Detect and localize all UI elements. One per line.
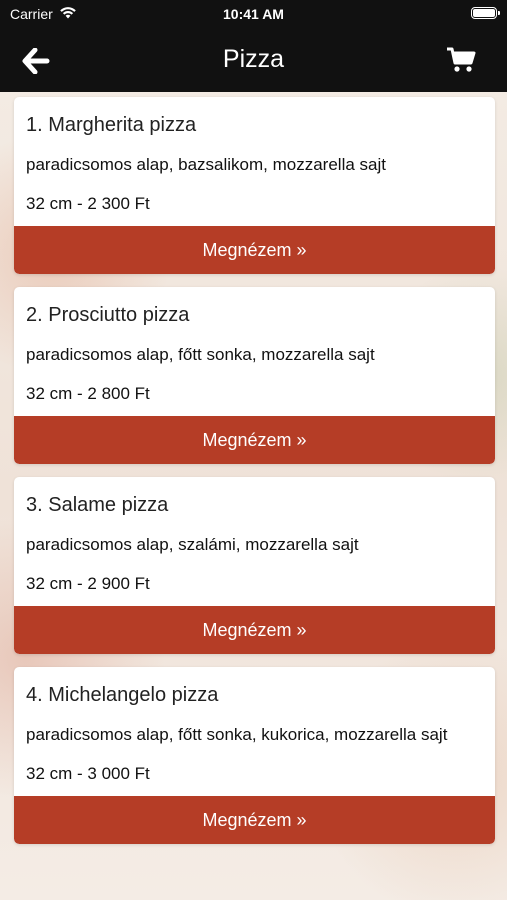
shopping-cart-icon[interactable] [445,46,477,74]
product-card: 3. Salame pizza paradicsomos alap, szalá… [14,477,495,654]
view-button[interactable]: Megnézem » [14,416,495,464]
product-description: paradicsomos alap, szalámi, mozzarella s… [26,535,359,554]
product-price: 32 cm - 2 900 Ft [26,574,150,593]
page-title: Pizza [222,45,285,73]
product-price: 32 cm - 2 300 Ft [26,194,150,213]
navigation-bar: Pizza [0,30,507,92]
product-name: 4. Michelangelo pizza [26,684,219,706]
header: Carrier 10:41 AM Pizza [0,0,507,92]
battery-icon [471,7,500,19]
product-price: 32 cm - 2 800 Ft [26,384,150,403]
view-button[interactable]: Megnézem » [14,606,495,654]
view-button[interactable]: Megnézem » [14,226,495,274]
product-card: 2. Prosciutto pizza paradicsomos alap, f… [14,287,495,464]
product-card: 4. Michelangelo pizza paradicsomos alap,… [14,667,495,844]
product-description: paradicsomos alap, bazsalikom, mozzarell… [26,155,386,174]
product-price: 32 cm - 3 000 Ft [26,764,150,783]
view-button[interactable]: Megnézem » [14,796,495,844]
product-description: paradicsomos alap, főtt sonka, kukorica,… [26,725,448,744]
product-name: 2. Prosciutto pizza [26,304,190,326]
product-name: 3. Salame pizza [26,494,169,516]
product-list: 1. Margherita pizza paradicsomos alap, b… [14,97,495,857]
status-bar: Carrier 10:41 AM [0,0,507,30]
product-card: 1. Margherita pizza paradicsomos alap, b… [14,97,495,274]
product-name: 1. Margherita pizza [26,114,197,136]
status-time: 10:41 AM [223,6,284,22]
product-description: paradicsomos alap, főtt sonka, mozzarell… [26,345,375,364]
